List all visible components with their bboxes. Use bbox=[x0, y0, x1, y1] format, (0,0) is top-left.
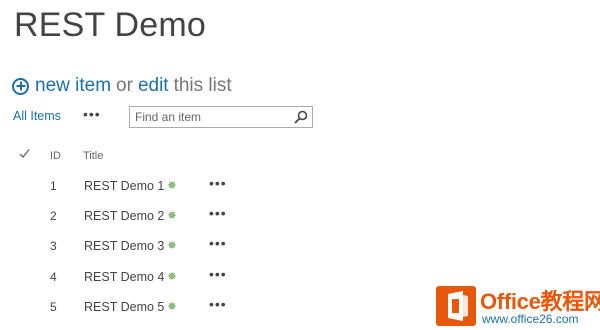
row-menu-ellipsis[interactable]: ••• bbox=[209, 205, 227, 221]
table-row[interactable]: 2 REST Demo 2 ✵ ••• bbox=[0, 202, 600, 232]
row-id: 1 bbox=[50, 179, 57, 193]
new-star-icon: ✵ bbox=[167, 210, 177, 222]
watermark: Office教程网 www.office26.com bbox=[436, 282, 600, 330]
row-title-link[interactable]: REST Demo 1 ✵ bbox=[84, 179, 177, 193]
row-id: 4 bbox=[50, 270, 57, 284]
row-menu-ellipsis[interactable]: ••• bbox=[209, 266, 227, 282]
table-row[interactable]: 3 REST Demo 3 ✵ ••• bbox=[0, 232, 600, 262]
list-header-row: ID Title bbox=[0, 142, 600, 168]
or-text: or bbox=[116, 75, 133, 96]
row-title-link[interactable]: REST Demo 5 ✵ bbox=[84, 300, 177, 314]
this-list-text: this list bbox=[173, 75, 232, 96]
new-item-link[interactable]: new item bbox=[35, 75, 111, 97]
office-logo-icon bbox=[436, 286, 476, 326]
search-input[interactable] bbox=[135, 109, 285, 125]
add-icon[interactable] bbox=[12, 77, 29, 95]
row-menu-ellipsis[interactable]: ••• bbox=[209, 175, 227, 191]
column-header-title[interactable]: Title bbox=[83, 150, 103, 162]
new-item-row: new item or edit this list bbox=[12, 74, 232, 98]
row-id: 3 bbox=[50, 239, 57, 253]
new-star-icon: ✵ bbox=[167, 301, 177, 313]
row-title-link[interactable]: REST Demo 2 ✵ bbox=[84, 209, 177, 223]
column-header-id[interactable]: ID bbox=[50, 150, 61, 162]
view-more-ellipsis[interactable]: ••• bbox=[83, 106, 101, 122]
new-star-icon: ✵ bbox=[167, 240, 177, 252]
view-all-items-link[interactable]: All Items bbox=[13, 109, 61, 123]
row-id: 5 bbox=[50, 300, 57, 314]
edit-link[interactable]: edit bbox=[138, 75, 169, 97]
row-title-link[interactable]: REST Demo 4 ✵ bbox=[84, 270, 177, 284]
table-row[interactable]: 1 REST Demo 1 ✵ ••• bbox=[0, 172, 600, 202]
page-title: REST Demo bbox=[14, 6, 207, 44]
row-menu-ellipsis[interactable]: ••• bbox=[209, 296, 227, 312]
search-icon[interactable] bbox=[294, 110, 308, 124]
row-id: 2 bbox=[50, 209, 57, 223]
check-icon[interactable] bbox=[19, 148, 30, 159]
row-menu-ellipsis[interactable]: ••• bbox=[209, 235, 227, 251]
new-star-icon: ✵ bbox=[167, 271, 177, 283]
row-title-link[interactable]: REST Demo 3 ✵ bbox=[84, 239, 177, 253]
watermark-url: www.office26.com bbox=[482, 312, 579, 326]
new-star-icon: ✵ bbox=[167, 180, 177, 192]
search-box bbox=[129, 106, 313, 128]
